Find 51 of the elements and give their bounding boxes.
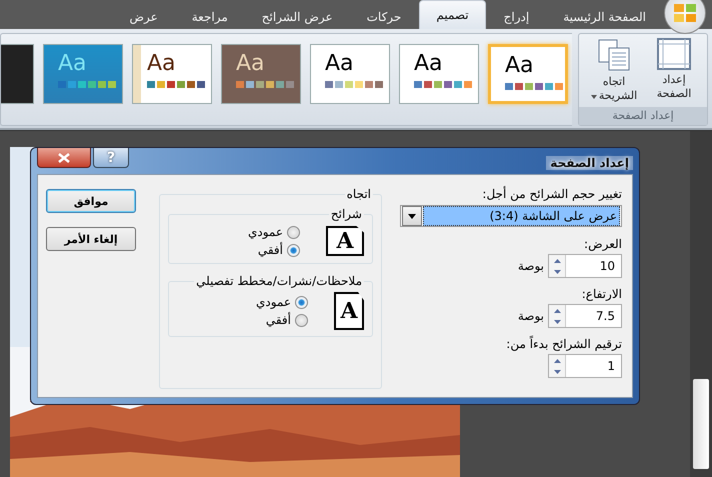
stacked-pages-icon [597,38,631,72]
caret-icon [590,94,597,99]
theme-thumbnail[interactable]: Aa [399,44,479,104]
number-spinner[interactable]: 1 [548,354,622,378]
dropdown-arrow-icon [408,214,416,218]
ribbon-tab[interactable]: عرض الشرائح [246,5,349,29]
ribbon-tab[interactable]: تصميم [419,0,486,29]
radio-option[interactable]: أفقي [256,313,308,327]
theme-thumbnail[interactable]: Aa [488,44,568,104]
unit-label: بوصة [518,259,544,273]
logo-icon [674,4,696,22]
field-label: الارتفاع: [582,287,622,301]
group-label: إعداد الصفحة [579,106,707,124]
orientation-button[interactable]: اتجاه الشريحة [585,38,643,102]
page-setup-button[interactable]: إعداد الصفحة [645,38,703,102]
size-dropdown[interactable]: عرض على الشاشة (3:4) [400,205,622,227]
ribbon-tab[interactable]: حركات [350,5,418,29]
portrait-page-icon: A [334,292,364,330]
close-icon [58,152,70,162]
group-title: شرائح [330,207,363,221]
close-button[interactable] [37,148,91,168]
radio-option[interactable]: أفقي [248,243,300,257]
theme-thumbnail[interactable]: Aa [221,44,301,104]
unit-label: بوصة [518,309,544,323]
down-arrow-icon[interactable] [554,320,560,324]
number-spinner[interactable]: 7.5 [548,304,622,328]
ribbon-tab[interactable]: عرض [113,5,174,29]
landscape-page-icon: A [326,226,364,256]
page-frame-icon [657,38,691,70]
group-title: ملاحظات/نشرات/مخطط تفصيلي [195,274,363,288]
ribbon-tab[interactable]: الصفحة الرئيسية [547,5,662,29]
radio-option[interactable]: عمودي [248,225,300,239]
up-arrow-icon[interactable] [554,308,560,312]
down-arrow-icon[interactable] [554,370,560,374]
group-title: اتجاه [346,187,372,201]
up-arrow-icon[interactable] [554,358,560,362]
down-arrow-icon[interactable] [554,270,560,274]
field-label: تغيير حجم الشرائح من أجل: [482,187,622,201]
theme-thumbnail[interactable]: Aa [132,44,212,104]
theme-thumbnail[interactable]: Aa [310,44,390,104]
number-spinner[interactable]: 10 [548,254,622,278]
ribbon-tab[interactable]: إدراج [488,5,546,29]
field-label: ترقيم الشرائح بدءاً من: [506,337,622,351]
office-button[interactable] [664,0,706,34]
ribbon-tab[interactable]: مراجعة [176,5,244,29]
up-arrow-icon[interactable] [554,258,560,262]
ok-button[interactable]: موافق [46,189,136,213]
cancel-button[interactable]: إلغاء الأمر [46,227,136,251]
scrollbar[interactable] [690,131,712,477]
radio-option[interactable]: عمودي [256,295,308,309]
field-label: العرض: [584,237,622,251]
